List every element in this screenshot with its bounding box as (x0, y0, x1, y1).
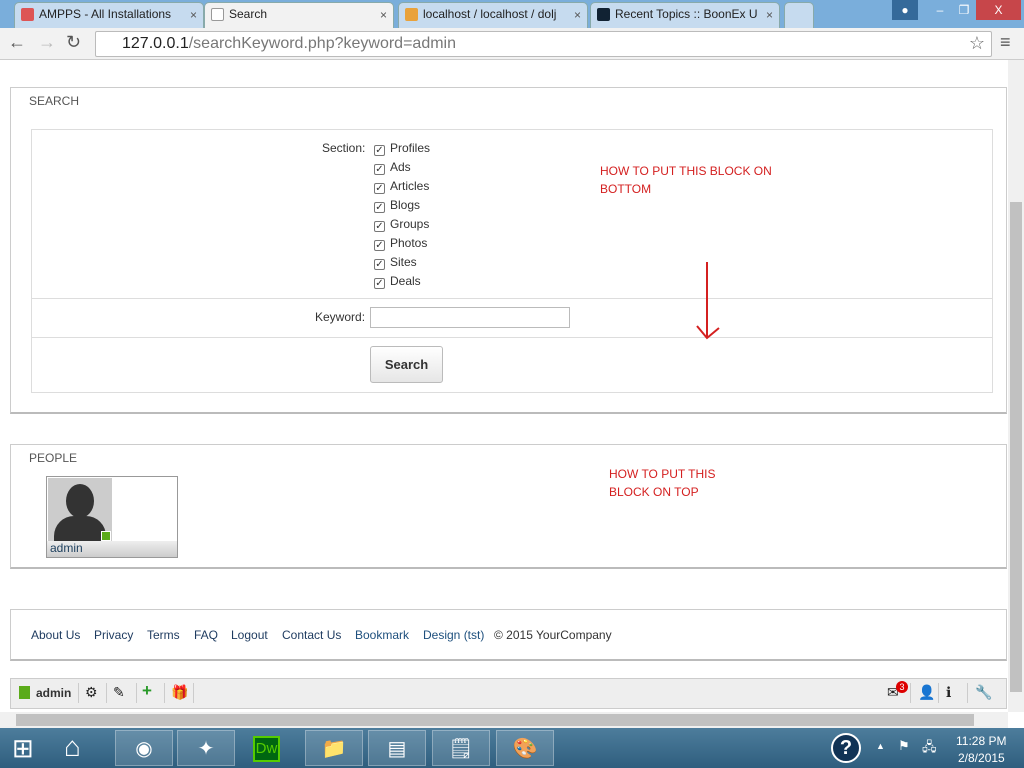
section-checkbox-sites[interactable]: ✓ Sites (374, 255, 417, 270)
clock-date[interactable]: 2/8/2015 (958, 751, 1005, 765)
annotation-top: HOW TO PUT THIS BLOCK ON TOP (609, 467, 716, 499)
keyword-label: Keyword: (315, 310, 366, 324)
restore-button[interactable]: ❐ (952, 0, 976, 20)
page-icon (211, 8, 224, 21)
pma-icon (405, 8, 418, 21)
checkbox-check-icon[interactable]: ✓ (374, 164, 385, 175)
tab-ampps[interactable]: AMPPS - All Installations × (14, 2, 204, 28)
checkbox-check-icon[interactable]: ✓ (374, 240, 385, 251)
info-icon[interactable]: ℹ (946, 684, 951, 701)
tab-search[interactable]: Search × (204, 2, 394, 28)
wrench-icon[interactable]: 🔧 (975, 684, 992, 701)
clock-time[interactable]: 11:28 PM (956, 734, 1006, 748)
section-checkbox-groups[interactable]: ✓ Groups (374, 217, 429, 232)
checkbox-check-icon[interactable]: ✓ (374, 202, 385, 213)
tray-expand-icon[interactable]: ▲ (876, 741, 885, 751)
keyword-input[interactable] (370, 307, 570, 328)
menu-icon[interactable]: ≡ (1000, 32, 1011, 53)
tab-boonex[interactable]: Recent Topics :: BoonEx U × (590, 2, 780, 28)
boonex-icon (597, 8, 610, 21)
browser-tab-bar: AMPPS - All Installations × Search × local… (0, 0, 1024, 28)
url-input[interactable]: 127.0.0.1/searchKeyword.php?keyword=admi… (95, 31, 992, 57)
close-icon[interactable]: × (190, 8, 197, 22)
forward-icon[interactable]: → (38, 32, 56, 53)
gear-icon[interactable]: ⚙ (85, 684, 98, 701)
checkbox-check-icon[interactable]: ✓ (374, 221, 385, 232)
annotation-bottom: HOW TO PUT THIS BLOCK ON BOTTOM (600, 164, 772, 196)
ampps-app-icon[interactable]: ✦ (177, 730, 235, 766)
horizontal-scrollbar[interactable] (0, 712, 1008, 728)
section-checkbox-ads[interactable]: ✓ Ads (374, 160, 411, 175)
checkbox-check-icon[interactable]: ✓ (374, 183, 385, 194)
search-form (31, 129, 993, 393)
checkbox-check-icon[interactable]: ✓ (374, 278, 385, 289)
start-icon[interactable]: ⊞ (12, 733, 34, 764)
footer-link-design-tst[interactable]: Design (tst) (423, 628, 484, 642)
arrow-down-icon (696, 262, 720, 340)
home-icon[interactable]: ⌂ (64, 731, 81, 763)
h-scroll-thumb[interactable] (16, 714, 974, 726)
user-card[interactable]: admin (46, 476, 178, 558)
notepad-icon[interactable]: 🗒 (432, 730, 490, 766)
footer-link-about-us[interactable]: About Us (31, 628, 80, 642)
section-checkbox-photos[interactable]: ✓ Photos (374, 236, 427, 251)
explorer-icon[interactable]: 📁 (305, 730, 363, 766)
close-icon[interactable]: × (766, 8, 773, 22)
copyright: © 2015 YourCompany (494, 628, 612, 642)
search-block-title: SEARCH (29, 94, 80, 108)
vertical-scrollbar[interactable] (1008, 60, 1024, 712)
close-icon[interactable]: × (574, 8, 581, 22)
add-icon[interactable]: + (142, 681, 152, 701)
footer-link-privacy[interactable]: Privacy (94, 628, 133, 642)
help-icon[interactable]: ? (831, 733, 861, 763)
ampps-icon (21, 8, 34, 21)
edit-icon[interactable]: ✎ (113, 684, 125, 701)
status-icon (19, 686, 30, 699)
section-checkbox-blogs[interactable]: ✓ Blogs (374, 198, 420, 213)
flag-icon[interactable]: ⚑ (898, 738, 910, 754)
user-icon[interactable]: ● (892, 0, 918, 20)
toolbar-user[interactable]: admin (36, 686, 71, 700)
back-icon[interactable]: ← (8, 32, 26, 53)
new-tab-button[interactable] (784, 2, 814, 28)
person-icon[interactable]: 👤 (918, 684, 935, 701)
minimize-button[interactable]: – (928, 0, 952, 20)
search-button[interactable]: Search (370, 346, 443, 383)
section-checkbox-articles[interactable]: ✓ Articles (374, 179, 429, 194)
gift-icon[interactable]: 🎁 (171, 684, 188, 701)
reload-icon[interactable]: ↻ (66, 32, 81, 53)
star-icon[interactable]: ☆ (969, 33, 985, 54)
footer-link-bookmark[interactable]: Bookmark (355, 628, 409, 642)
bottom-toolbar (10, 678, 1007, 709)
section-label: Section: (322, 141, 366, 155)
section-checkbox-deals[interactable]: ✓ Deals (374, 274, 421, 289)
network-icon[interactable]: 🖧 (922, 738, 937, 760)
user-name[interactable]: admin (47, 541, 177, 557)
paint-icon[interactable]: 🎨 (496, 730, 554, 766)
dreamweaver-icon[interactable]: Dw (253, 736, 280, 762)
section-checkbox-profiles[interactable]: ✓ Profiles (374, 141, 430, 156)
checkbox-check-icon[interactable]: ✓ (374, 145, 385, 156)
tab-phpmyadmin[interactable]: localhost / localhost / dolj × (398, 2, 588, 28)
online-indicator (101, 531, 111, 541)
address-bar: ← → ↻ 127.0.0.1/searchKeyword.php?keywor… (0, 28, 1024, 60)
footer-link-faq[interactable]: FAQ (194, 628, 218, 642)
chrome-icon[interactable]: ◉ (115, 730, 173, 766)
close-icon[interactable]: × (380, 8, 387, 22)
footer-link-contact-us[interactable]: Contact Us (282, 628, 341, 642)
scroll-thumb[interactable] (1010, 202, 1022, 692)
close-window-button[interactable]: X (976, 0, 1021, 20)
people-block-title: PEOPLE (29, 451, 78, 465)
mail-count-badge: 3 (896, 681, 908, 693)
footer-link-terms[interactable]: Terms (147, 628, 180, 642)
footer-link-logout[interactable]: Logout (231, 628, 268, 642)
stack-app-icon[interactable]: ▤ (368, 730, 426, 766)
checkbox-check-icon[interactable]: ✓ (374, 259, 385, 270)
avatar[interactable] (48, 478, 112, 542)
